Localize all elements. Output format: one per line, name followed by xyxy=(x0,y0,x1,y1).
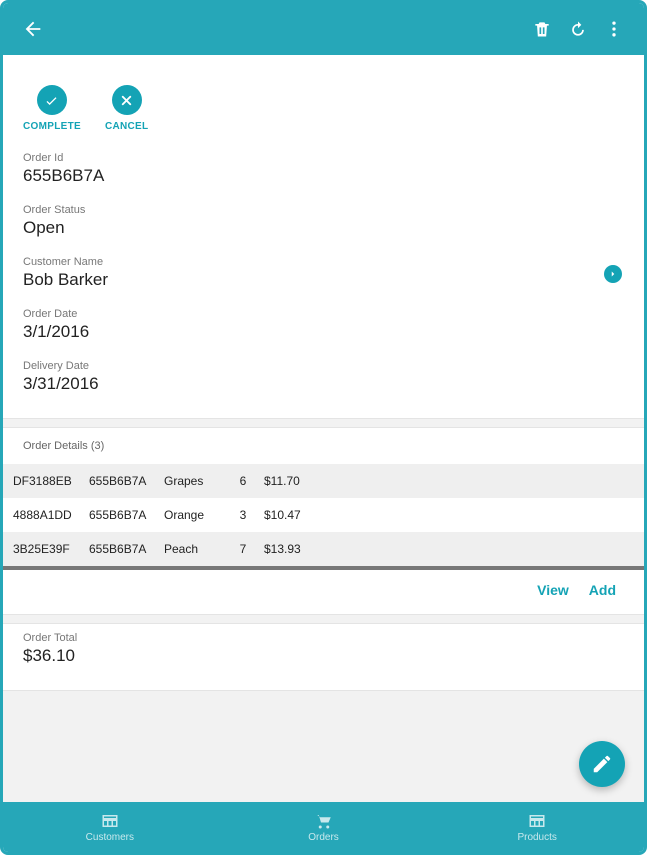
order-total-value: $36.10 xyxy=(23,646,624,666)
order-total-field: Order Total $36.10 xyxy=(3,624,644,676)
table-row[interactable]: 3B25E39F 655B6B7A Peach 7 $13.93 xyxy=(3,532,644,566)
order-status-value: Open xyxy=(23,218,624,238)
order-id-field: Order Id 655B6B7A xyxy=(3,144,644,196)
cell-price: $13.93 xyxy=(258,532,644,566)
bottom-nav: Customers Orders Products xyxy=(3,802,644,852)
add-button[interactable]: Add xyxy=(589,582,616,598)
grid-icon xyxy=(101,812,119,830)
table-row[interactable]: DF3188EB 655B6B7A Grapes 6 $11.70 xyxy=(3,464,644,498)
order-id-value: 655B6B7A xyxy=(23,166,624,186)
refresh-button[interactable] xyxy=(560,11,596,47)
order-date-label: Order Date xyxy=(23,308,624,320)
tab-label: Customers xyxy=(86,832,134,843)
order-details-table: DF3188EB 655B6B7A Grapes 6 $11.70 4888A1… xyxy=(3,464,644,566)
order-total-label: Order Total xyxy=(23,632,624,644)
complete-button[interactable]: COMPLETE xyxy=(23,85,81,132)
tab-products[interactable]: Products xyxy=(430,802,644,852)
cell-product: Orange xyxy=(158,498,228,532)
cell-price: $10.47 xyxy=(258,498,644,532)
cell-order-id: 655B6B7A xyxy=(83,464,158,498)
edit-fab[interactable] xyxy=(579,741,625,787)
close-icon xyxy=(112,85,142,115)
cell-order-id: 655B6B7A xyxy=(83,532,158,566)
order-date-field: Order Date 3/1/2016 xyxy=(3,300,644,352)
customer-chevron-icon[interactable] xyxy=(604,265,622,283)
edit-icon xyxy=(591,753,613,775)
table-row[interactable]: 4888A1DD 655B6B7A Orange 3 $10.47 xyxy=(3,498,644,532)
cell-qty: 6 xyxy=(228,464,258,498)
tab-label: Products xyxy=(517,832,556,843)
empty-space xyxy=(3,690,644,802)
cell-qty: 7 xyxy=(228,532,258,566)
cart-icon xyxy=(315,812,333,830)
tab-customers[interactable]: Customers xyxy=(3,802,217,852)
tab-label: Orders xyxy=(308,832,339,843)
cell-detail-id: DF3188EB xyxy=(3,464,83,498)
grid-icon xyxy=(528,812,546,830)
tab-orders[interactable]: Orders xyxy=(217,802,431,852)
content-scroll[interactable]: COMPLETE CANCEL Order Id 655B6B7A Order … xyxy=(3,55,644,802)
cancel-button[interactable]: CANCEL xyxy=(105,85,148,132)
complete-label: COMPLETE xyxy=(23,121,81,132)
section-divider xyxy=(3,418,644,428)
cell-product: Peach xyxy=(158,532,228,566)
delivery-date-label: Delivery Date xyxy=(23,360,624,372)
delete-button[interactable] xyxy=(524,11,560,47)
order-id-label: Order Id xyxy=(23,152,624,164)
table-actions: View Add xyxy=(3,570,644,614)
order-date-value: 3/1/2016 xyxy=(23,322,624,342)
back-button[interactable] xyxy=(15,11,51,47)
order-status-label: Order Status xyxy=(23,204,624,216)
section-divider xyxy=(3,614,644,624)
order-status-field: Order Status Open xyxy=(3,196,644,248)
view-button[interactable]: View xyxy=(537,582,569,598)
cell-product: Grapes xyxy=(158,464,228,498)
check-icon xyxy=(37,85,67,115)
cell-qty: 3 xyxy=(228,498,258,532)
customer-name-field[interactable]: Customer Name Bob Barker xyxy=(3,248,644,300)
customer-name-value: Bob Barker xyxy=(23,270,624,290)
cell-detail-id: 3B25E39F xyxy=(3,532,83,566)
more-menu-button[interactable] xyxy=(596,11,632,47)
delivery-date-value: 3/31/2016 xyxy=(23,374,624,394)
cell-detail-id: 4888A1DD xyxy=(3,498,83,532)
customer-name-label: Customer Name xyxy=(23,256,624,268)
order-details-header: Order Details (3) xyxy=(3,428,644,464)
top-app-bar xyxy=(3,3,644,55)
cancel-label: CANCEL xyxy=(105,121,148,132)
delivery-date-field: Delivery Date 3/31/2016 xyxy=(3,352,644,404)
cell-order-id: 655B6B7A xyxy=(83,498,158,532)
cell-price: $11.70 xyxy=(258,464,644,498)
order-actions: COMPLETE CANCEL xyxy=(3,61,644,144)
